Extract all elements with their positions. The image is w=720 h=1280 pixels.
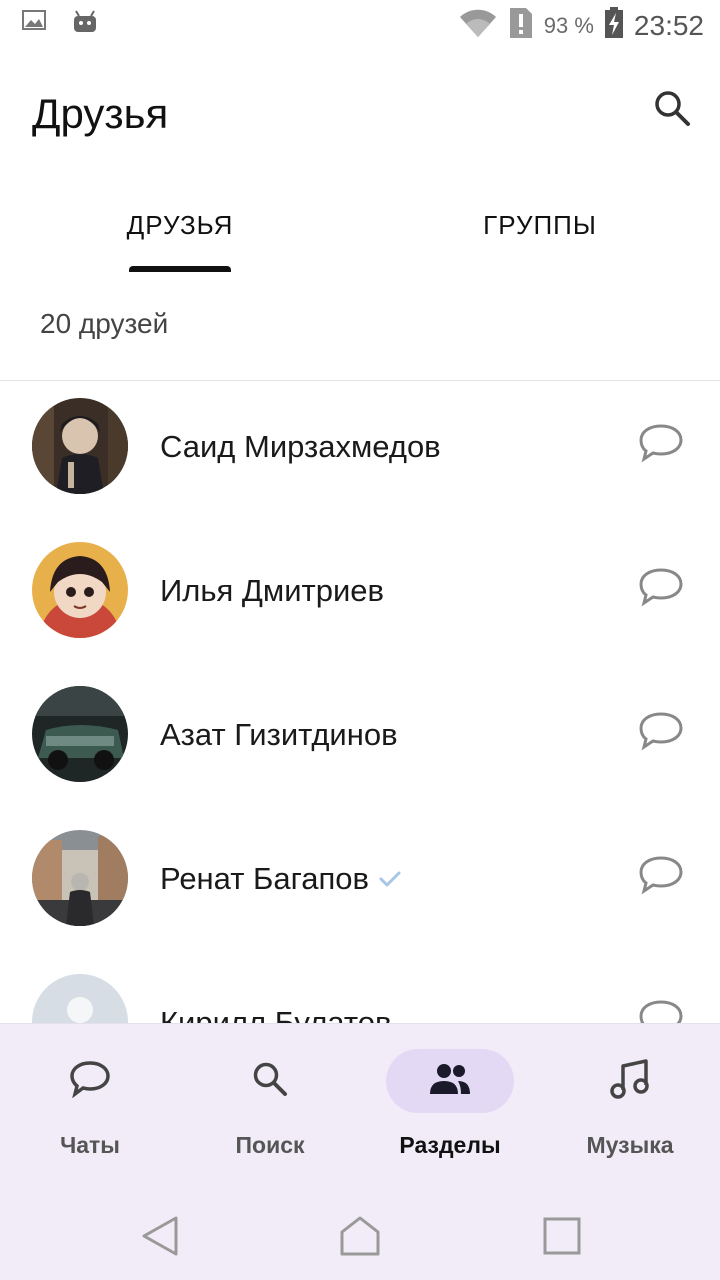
- nav-search[interactable]: Поиск: [180, 1024, 360, 1191]
- tab-groups[interactable]: ГРУППЫ: [360, 180, 720, 272]
- message-button[interactable]: [638, 711, 684, 751]
- verified-checkmark-icon: [379, 870, 401, 888]
- nav-sections-label: Разделы: [399, 1132, 501, 1158]
- chat-bubble-icon: [638, 712, 684, 755]
- bottom-navigation: Чаты Поиск Разделы Музыка: [0, 1023, 720, 1190]
- nav-chats[interactable]: Чаты: [0, 1024, 180, 1191]
- friend-name-text: Кирилл Булатов: [160, 1005, 392, 1023]
- clock: 23:52: [633, 9, 704, 41]
- avatar[interactable]: [32, 542, 128, 638]
- nav-music-pill: [566, 1049, 694, 1113]
- tab-bar: ДРУЗЬЯ ГРУППЫ: [0, 180, 720, 272]
- recents-button[interactable]: [540, 1214, 584, 1258]
- tab-active-indicator: [129, 266, 231, 272]
- friend-name: Саид Мирзахмедов: [160, 429, 441, 465]
- people-icon: [428, 1062, 472, 1101]
- list-item[interactable]: Азат Гизитдинов: [0, 669, 720, 813]
- back-button[interactable]: [138, 1214, 182, 1258]
- nav-sections-pill: [386, 1049, 514, 1113]
- back-triangle-icon: [138, 1216, 182, 1262]
- android-notification-icon: [72, 8, 98, 39]
- system-navigation-bar: [0, 1190, 720, 1280]
- friends-count: 20 друзей: [40, 308, 169, 339]
- tab-groups-label: ГРУППЫ: [483, 210, 597, 240]
- gallery-notification-icon: [22, 9, 48, 38]
- nav-music-label: Музыка: [586, 1132, 674, 1158]
- friend-name: Ренат Багапов: [160, 861, 401, 897]
- tab-friends-label: ДРУЗЬЯ: [126, 210, 234, 240]
- search-icon: [653, 89, 691, 132]
- list-item[interactable]: Кирилл Булатов: [0, 957, 720, 1023]
- nav-search-label: Поиск: [235, 1132, 305, 1158]
- avatar[interactable]: [32, 686, 128, 782]
- recents-square-icon: [540, 1217, 584, 1262]
- friend-name-text: Ренат Багапов: [160, 861, 369, 896]
- music-note-icon: [610, 1058, 650, 1105]
- search-icon: [251, 1060, 289, 1103]
- nav-search-pill: [206, 1049, 334, 1113]
- chat-bubble-icon: [69, 1060, 111, 1103]
- friend-name: Илья Дмитриев: [160, 573, 384, 609]
- wifi-icon: [458, 7, 498, 44]
- home-icon: [338, 1216, 382, 1262]
- message-button[interactable]: [638, 567, 684, 607]
- message-button[interactable]: [638, 999, 684, 1023]
- chat-bubble-icon: [638, 424, 684, 467]
- list-item[interactable]: Ренат Багапов: [0, 813, 720, 957]
- friend-name-text: Саид Мирзахмедов: [160, 429, 441, 464]
- avatar[interactable]: [32, 974, 128, 1023]
- nav-sections[interactable]: Разделы: [360, 1024, 540, 1191]
- avatar[interactable]: [32, 830, 128, 926]
- list-item[interactable]: Саид Мирзахмедов: [0, 381, 720, 525]
- search-button[interactable]: [650, 88, 694, 132]
- friend-name: Азат Гизитдинов: [160, 717, 398, 753]
- nav-music[interactable]: Музыка: [540, 1024, 720, 1191]
- chat-bubble-icon: [638, 856, 684, 899]
- avatar[interactable]: [32, 398, 128, 494]
- friend-name-text: Азат Гизитдинов: [160, 717, 398, 752]
- nav-chats-pill: [26, 1049, 154, 1113]
- chat-bubble-icon: [638, 568, 684, 611]
- battery-charging-icon: [604, 7, 624, 44]
- tab-friends[interactable]: ДРУЗЬЯ: [0, 180, 360, 272]
- friend-name-text: Илья Дмитриев: [160, 573, 385, 608]
- friends-list: Саид Мирзахмедов Илья Дмитриев Азат Гизи…: [0, 381, 720, 1023]
- home-button[interactable]: [338, 1214, 382, 1258]
- list-item[interactable]: Илья Дмитриев: [0, 525, 720, 669]
- battery-percent: 93 %: [543, 12, 594, 38]
- status-bar: 93 % 23:52: [0, 0, 720, 50]
- message-button[interactable]: [638, 855, 684, 895]
- app-bar: Друзья: [0, 50, 720, 180]
- friend-name: Кирилл Булатов: [160, 1005, 391, 1023]
- sim-alert-icon: [508, 6, 534, 45]
- page-title: Друзья: [32, 90, 169, 137]
- message-button[interactable]: [638, 423, 684, 463]
- nav-chats-label: Чаты: [60, 1132, 120, 1158]
